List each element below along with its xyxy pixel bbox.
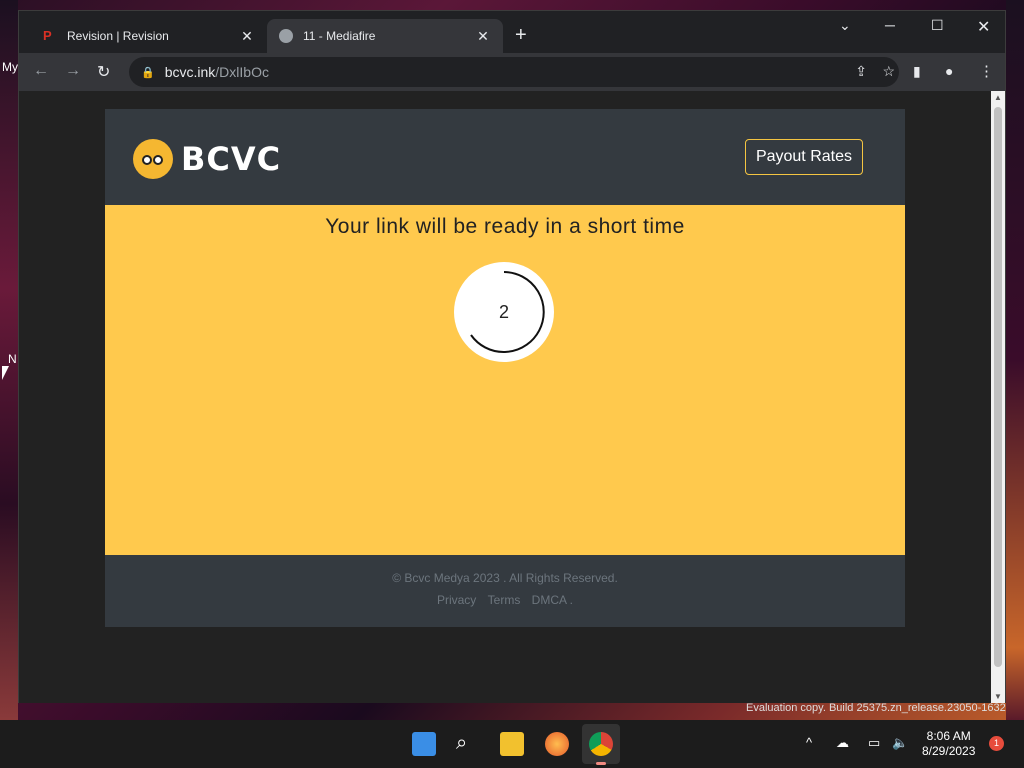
scroll-up-icon[interactable]: ▲ [994, 93, 1002, 102]
minimize-button[interactable]: ─ [885, 17, 895, 33]
desktop-left-edge: My N [0, 0, 18, 720]
tab-search-chevron-icon[interactable]: ⌄ [839, 17, 851, 34]
profile-icon[interactable]: ● [945, 63, 953, 79]
logo-mascot-icon [133, 139, 173, 179]
countdown-number: 2 [498, 302, 509, 322]
page-viewport: BCVC Payout Rates Your link will be read… [19, 91, 991, 703]
copyright-text: © Bcvc Medya 2023 . All Rights Reserved. [392, 571, 618, 585]
url-host: bcvc.ink [164, 64, 216, 80]
tab-title: 11 - Mediafire [303, 29, 376, 43]
evaluation-watermark: Evaluation copy. Build 25375.zn_release.… [746, 702, 1006, 714]
active-app-indicator [596, 762, 606, 765]
logo-text: BCVC [181, 140, 282, 178]
clock-time: 8:06 AM [926, 729, 971, 743]
windows-start-icon[interactable] [412, 732, 436, 756]
system-clock[interactable]: 8:06 AM 8/29/2023 [922, 729, 975, 759]
site-header: BCVC Payout Rates [105, 109, 905, 205]
bcvc-site: BCVC Payout Rates Your link will be read… [105, 109, 905, 627]
footer-links: Privacy Terms DMCA . [105, 593, 905, 607]
lock-icon[interactable]: 🔒 [141, 66, 155, 79]
url-path: /DxlIbOc [215, 64, 269, 80]
maximize-button[interactable]: ☐ [931, 17, 944, 34]
reload-button[interactable]: ↻ [97, 62, 110, 82]
clock-date: 8/29/2023 [922, 744, 976, 758]
mouse-cursor-icon [2, 366, 9, 380]
taskbar: ⌕ ^ ☁ ▭ 🔈 8:06 AM 8/29/2023 1 [0, 720, 1024, 768]
tab-revision[interactable]: P Revision | Revision ✕ [31, 19, 267, 53]
close-tab-icon[interactable]: ✕ [239, 28, 255, 45]
firefox-icon[interactable] [545, 732, 569, 756]
tab-title: Revision | Revision [67, 29, 169, 43]
dmca-link[interactable]: DMCA . [532, 593, 573, 607]
tab-strip: P Revision | Revision ✕ 11 - Mediafire ✕… [19, 11, 1005, 53]
privacy-link[interactable]: Privacy [437, 593, 476, 607]
chrome-icon[interactable] [589, 732, 613, 756]
tab-mediafire[interactable]: 11 - Mediafire ✕ [267, 19, 503, 53]
site-footer: © Bcvc Medya 2023 . All Rights Reserved.… [105, 555, 905, 627]
close-window-button[interactable]: ✕ [977, 17, 990, 37]
file-explorer-icon[interactable] [500, 732, 524, 756]
desktop-label: N [8, 352, 17, 366]
network-icon[interactable]: ▭ [868, 735, 880, 751]
desktop-label: My [2, 60, 18, 74]
payout-rates-button[interactable]: Payout Rates [744, 139, 863, 175]
menu-kebab-icon[interactable]: ⋮ [979, 62, 994, 80]
browser-window: P Revision | Revision ✕ 11 - Mediafire ✕… [18, 10, 1006, 703]
browser-toolbar: ← → ↻ 🔒 bcvc.ink/DxlIbOc ⇪ ☆ ▮ ● ⋮ [19, 53, 1005, 91]
terms-link[interactable]: Terms [488, 593, 521, 607]
revision-favicon-icon: P [43, 28, 52, 43]
bookmark-star-icon[interactable]: ☆ [882, 63, 895, 80]
desktop-right-edge [1006, 0, 1024, 720]
volume-icon[interactable]: 🔈 [892, 735, 908, 751]
ready-message: Your link will be ready in a short time [325, 215, 685, 238]
vertical-scrollbar[interactable]: ▲ ▼ [991, 91, 1005, 703]
chevron-up-icon[interactable]: ^ [806, 735, 812, 750]
address-bar[interactable]: 🔒 bcvc.ink/DxlIbOc ⇪ ☆ [129, 57, 899, 87]
notification-badge[interactable]: 1 [989, 736, 1004, 751]
scroll-thumb[interactable] [994, 107, 1002, 667]
scroll-down-icon[interactable]: ▼ [994, 692, 1002, 701]
forward-button[interactable]: → [65, 62, 81, 80]
globe-icon [279, 29, 293, 43]
share-icon[interactable]: ⇪ [855, 63, 867, 80]
countdown-timer: 2 [454, 262, 554, 362]
countdown-panel: Your link will be ready in a short time … [105, 205, 905, 555]
back-button[interactable]: ← [33, 62, 49, 80]
new-tab-button[interactable]: + [515, 25, 527, 45]
side-panel-icon[interactable]: ▮ [913, 63, 921, 80]
onedrive-icon[interactable]: ☁ [836, 735, 849, 751]
close-tab-icon[interactable]: ✕ [475, 28, 491, 45]
bcvc-logo[interactable]: BCVC [133, 139, 281, 179]
search-icon[interactable]: ⌕ [456, 732, 480, 756]
